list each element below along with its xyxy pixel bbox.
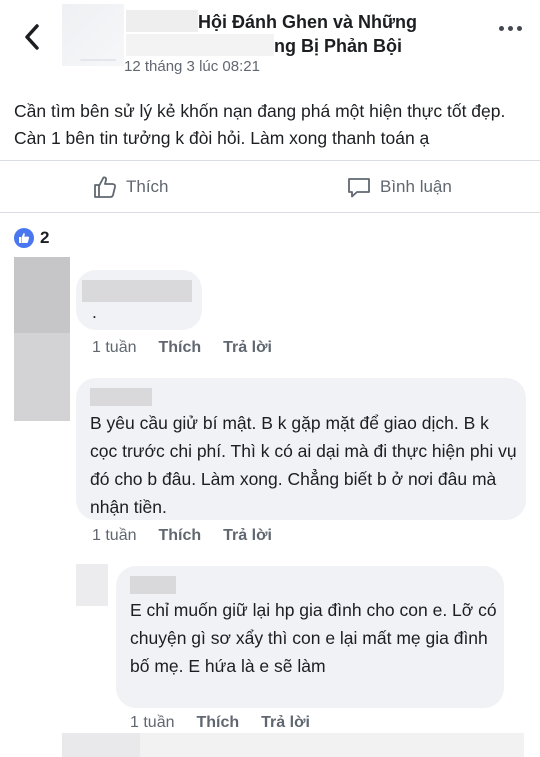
- comment-bubble[interactable]: B yêu cầu giử bí mật. B k gặp mặt để gia…: [76, 378, 526, 520]
- reply-bubble[interactable]: E chỉ muốn giữ lại hp gia đình cho con e…: [116, 566, 504, 708]
- comment-bubble[interactable]: .: [76, 270, 202, 330]
- group-name-line2: ng Bị Phản Bội: [274, 36, 402, 56]
- redacted-name-mask: [90, 388, 152, 406]
- group-name[interactable]: Hội Đánh Ghen và Những ng Bị Phản Bội: [126, 10, 448, 58]
- reply-text: E chỉ muốn giữ lại hp gia đình cho con e…: [130, 600, 497, 676]
- post-timestamp[interactable]: 12 tháng 3 lúc 08:21: [124, 58, 260, 75]
- comment-icon: [348, 178, 370, 198]
- divider: [0, 212, 540, 213]
- reply-like-button[interactable]: Thích: [196, 714, 239, 732]
- redacted-name-mask: [126, 10, 198, 32]
- dot-icon: [499, 26, 504, 31]
- redacted-name-mask: [130, 576, 176, 594]
- redacted-avatar: [14, 257, 70, 421]
- comment-text: B yêu cầu giử bí mật. B k gặp mặt để gia…: [90, 413, 517, 517]
- dot-icon: [508, 26, 513, 31]
- chevron-left-icon: [25, 24, 39, 50]
- reply-actions: 1 tuần Thích Trả lời: [130, 714, 310, 732]
- comment-text: .: [92, 302, 97, 322]
- comment-like-button[interactable]: Thích: [158, 527, 201, 545]
- comment-like-button[interactable]: Thích: [158, 339, 201, 357]
- reaction-count: 2: [40, 228, 50, 247]
- thumbs-up-icon: [94, 176, 117, 198]
- post-text: Cần tìm bên sử lý kẻ khốn nạn đang phá m…: [14, 101, 506, 148]
- comment-reply-button[interactable]: Trả lời: [223, 339, 272, 357]
- dot-icon: [517, 26, 522, 31]
- reply-reply-button[interactable]: Trả lời: [261, 714, 310, 732]
- redacted-avatar: [76, 564, 108, 606]
- reply-time[interactable]: 1 tuần: [130, 714, 174, 732]
- group-avatar[interactable]: [62, 4, 124, 66]
- comment-actions: 1 tuần Thích Trả lời: [92, 339, 272, 357]
- like-label: Thích: [126, 177, 169, 196]
- comment-label: Bình luận: [380, 177, 452, 196]
- comment-button[interactable]: Bình luận: [346, 172, 452, 202]
- redacted-name-mask: [82, 280, 192, 302]
- like-reaction-icon: [14, 228, 34, 248]
- redacted-name-mask: [126, 34, 274, 56]
- comment-actions: 1 tuần Thích Trả lời: [92, 527, 272, 545]
- group-name-line1: Hội Đánh Ghen và Những: [198, 12, 418, 32]
- back-button[interactable]: [18, 22, 46, 52]
- more-options-button[interactable]: [499, 26, 522, 31]
- comment-time[interactable]: 1 tuần: [92, 527, 136, 545]
- comment-time[interactable]: 1 tuần: [92, 339, 136, 357]
- comment-reply-button[interactable]: Trả lời: [223, 527, 272, 545]
- reaction-summary[interactable]: 2: [14, 228, 49, 248]
- like-button[interactable]: Thích: [92, 172, 169, 202]
- redacted-content: [62, 733, 524, 757]
- divider: [0, 160, 540, 161]
